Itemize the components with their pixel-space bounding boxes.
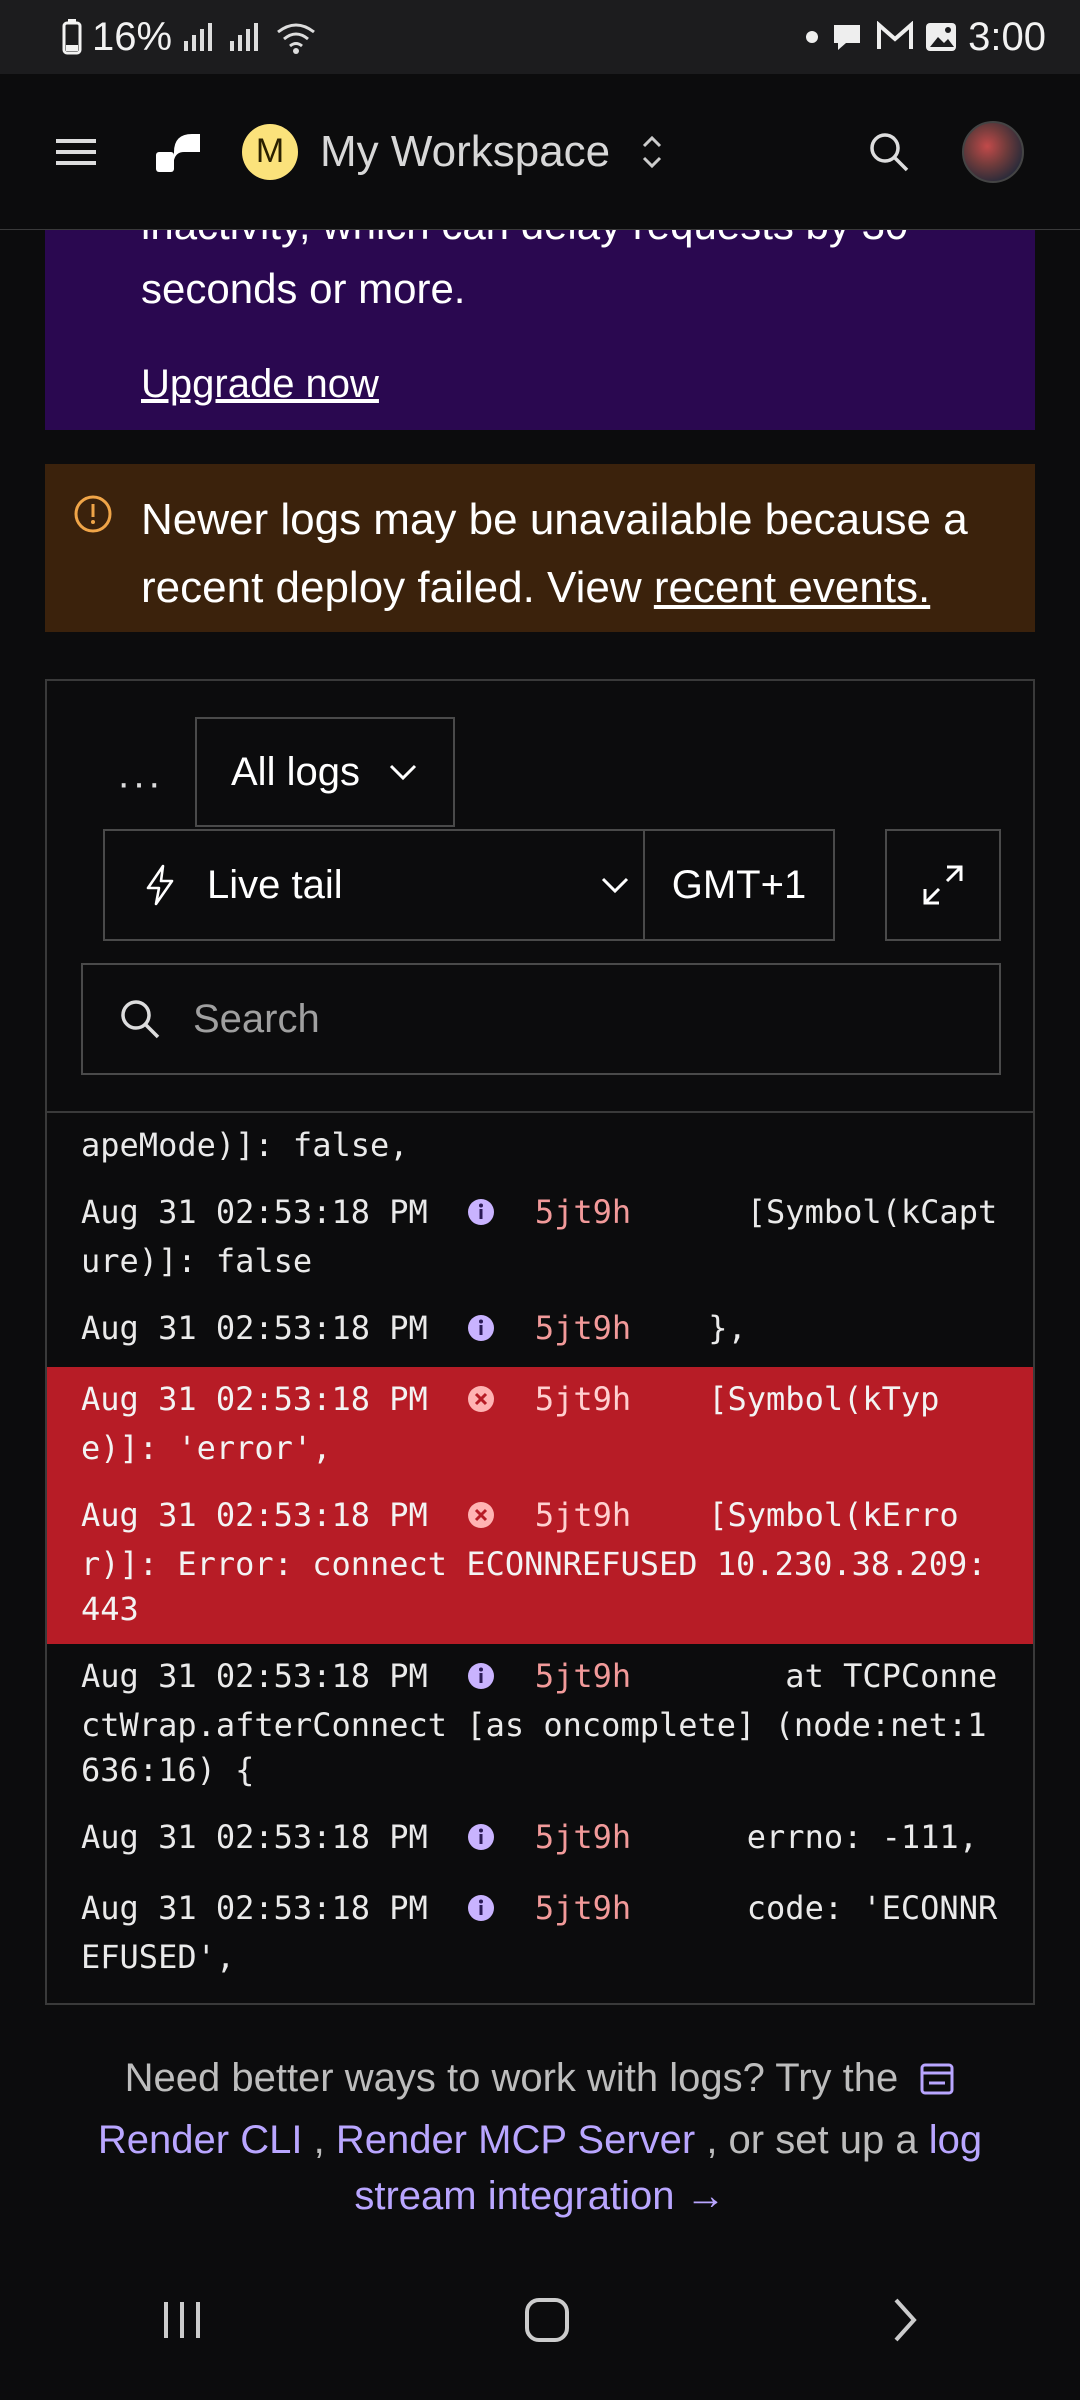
logs-footer: Need better ways to work with logs? Try …: [60, 2050, 1020, 2224]
menu-icon[interactable]: [56, 137, 96, 167]
log-message: },: [631, 1309, 747, 1347]
mail-icon: [876, 21, 914, 53]
log-timestamp: Aug 31 02:53:18 PM: [81, 1309, 428, 1347]
footer-text-2: , or set up a: [695, 2118, 929, 2162]
system-nav-bar: [0, 2240, 1080, 2400]
render-logo-icon[interactable]: [154, 130, 202, 174]
log-search: [81, 963, 1001, 1075]
log-timestamp: Aug 31 02:53:18 PM: [81, 1193, 428, 1231]
log-message: apeMode)]: false,: [81, 1126, 409, 1164]
info-icon: [466, 1819, 496, 1864]
info-icon: [466, 1310, 496, 1355]
back-icon[interactable]: [890, 2296, 920, 2344]
workspace-switch-icon[interactable]: [640, 132, 664, 172]
clock: 3:00: [968, 14, 1046, 59]
search-icon[interactable]: [868, 131, 910, 173]
log-instance: 5jt9h: [534, 1309, 632, 1347]
search-icon: [119, 998, 161, 1040]
expand-button[interactable]: [885, 829, 1001, 941]
warning-icon: [73, 494, 113, 539]
status-left: 16%: [62, 15, 318, 60]
log-row[interactable]: Aug 31 02:53:18 PM 5jt9h errno: -111,: [47, 1805, 1033, 1876]
status-right: 3:00: [804, 15, 1046, 60]
logs-filter-dropdown[interactable]: All logs: [195, 717, 455, 827]
chat-icon: [830, 21, 866, 53]
search-input[interactable]: [191, 995, 955, 1043]
live-tail-label: Live tail: [207, 862, 343, 907]
log-row[interactable]: apeMode)]: false,: [47, 1113, 1033, 1180]
dot-icon: [804, 29, 820, 45]
log-timestamp: Aug 31 02:53:18 PM: [81, 1380, 428, 1418]
terminal-icon: [919, 2056, 955, 2112]
recent-events-link[interactable]: recent events.: [654, 563, 930, 612]
log-timestamp: Aug 31 02:53:18 PM: [81, 1496, 428, 1534]
log-instance: 5jt9h: [534, 1380, 632, 1418]
log-instance: 5jt9h: [534, 1657, 632, 1695]
chevron-down-icon: [388, 762, 418, 782]
more-options-button[interactable]: ···: [117, 761, 163, 806]
log-timestamp: Aug 31 02:53:18 PM: [81, 1889, 428, 1927]
logs-filter-label: All logs: [231, 749, 360, 794]
log-row[interactable]: Aug 31 02:53:18 PM 5jt9h [Symbol(kError)…: [47, 1483, 1033, 1644]
footer-text-1: Need better ways to work with logs? Try …: [124, 2056, 899, 2100]
gallery-icon: [924, 21, 958, 53]
expand-icon: [921, 863, 965, 907]
logs-panel: ··· All logs Live tail GMT+1 apeMode)]: …: [45, 679, 1035, 2005]
log-instance: 5jt9h: [534, 1496, 632, 1534]
workspace-name[interactable]: My Workspace: [320, 127, 610, 177]
timezone-button[interactable]: GMT+1: [643, 831, 833, 939]
log-row[interactable]: Aug 31 02:53:18 PM 5jt9h [Symbol(kCaptur…: [47, 1180, 1033, 1296]
status-bar: 16% 3:00: [0, 0, 1080, 74]
signal-icon: [182, 21, 218, 53]
log-instance: 5jt9h: [534, 1193, 632, 1231]
footer-sep: ,: [302, 2118, 336, 2162]
recent-apps-icon[interactable]: [160, 2298, 204, 2342]
upgrade-link[interactable]: Upgrade now: [141, 362, 379, 407]
deploy-warning: Newer logs may be unavailable because a …: [45, 464, 1035, 632]
log-instance: 5jt9h: [534, 1889, 632, 1927]
banner-text: seconds or more.: [141, 265, 466, 312]
log-instance: 5jt9h: [534, 1818, 632, 1856]
log-row[interactable]: Aug 31 02:53:18 PM 5jt9h [Symbol(kType)]…: [47, 1367, 1033, 1483]
warning-text: Newer logs may be unavailable because a …: [141, 486, 1021, 622]
signal-2-icon: [228, 21, 264, 53]
workspace-avatar[interactable]: M: [242, 123, 298, 180]
info-icon: [466, 1658, 496, 1703]
log-row[interactable]: Aug 31 02:53:18 PM 5jt9h },: [47, 1296, 1033, 1367]
log-timestamp: Aug 31 02:53:18 PM: [81, 1818, 428, 1856]
chevron-down-icon[interactable]: [587, 875, 643, 895]
log-row[interactable]: Aug 31 02:53:18 PM 5jt9h code: 'ECONNREF…: [47, 1876, 1033, 1992]
live-tail-control: Live tail GMT+1: [103, 829, 835, 941]
home-icon[interactable]: [523, 2296, 571, 2344]
live-tail-dropdown[interactable]: Live tail: [105, 863, 587, 908]
log-message: errno: -111,: [631, 1818, 978, 1856]
render-cli-link[interactable]: Render CLI: [98, 2118, 303, 2162]
info-icon: [466, 1194, 496, 1239]
error-icon: [466, 1497, 496, 1542]
render-mcp-link[interactable]: Render MCP Server: [336, 2118, 695, 2162]
log-timestamp: Aug 31 02:53:18 PM: [81, 1657, 428, 1695]
battery-icon: [62, 19, 82, 55]
info-icon: [466, 1890, 496, 1935]
log-row[interactable]: Aug 31 02:53:18 PM 5jt9h at TCPConnectWr…: [47, 1644, 1033, 1805]
user-avatar[interactable]: [962, 120, 1024, 183]
wifi-icon: [274, 20, 318, 54]
lightning-icon: [143, 863, 177, 907]
error-icon: [466, 1381, 496, 1426]
log-list[interactable]: apeMode)]: false, Aug 31 02:53:18 PM 5jt9…: [47, 1111, 1033, 2003]
app-header: M My Workspace: [0, 74, 1080, 230]
battery-percent: 16%: [92, 14, 173, 59]
